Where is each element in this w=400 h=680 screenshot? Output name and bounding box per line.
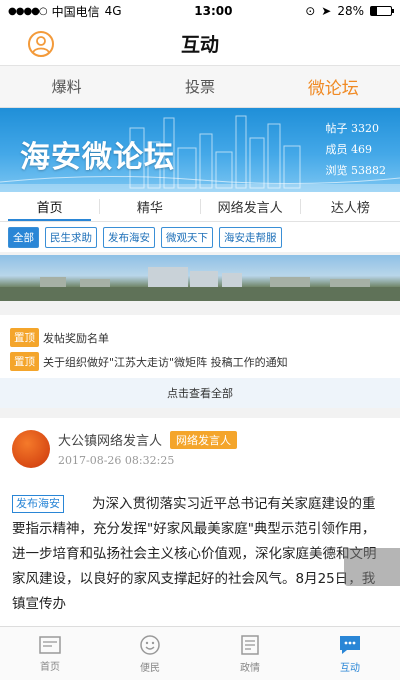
bottom-tab-label: 互动 [340,662,360,674]
floating-post-button[interactable] [344,548,400,586]
user-avatar-icon[interactable] [28,31,54,57]
network-label: 4G [104,4,122,18]
bottom-tab-interaction[interactable]: 互动 [300,627,400,680]
chip-haian-help[interactable]: 海安走帮服 [219,226,282,248]
bottom-tab-label: 便民 [140,662,160,674]
stat-members: 成员 469 [325,143,373,156]
smile-icon [140,634,160,655]
chip-haian-release[interactable]: 发布海安 [103,226,155,248]
chip-all[interactable]: 全部 [8,226,39,248]
author-avatar[interactable] [12,430,50,468]
subtab-leaderboard[interactable]: 达人榜 [301,192,400,221]
role-badge: 网络发言人 [170,430,238,449]
subtab-home[interactable]: 首页 [0,192,99,221]
city-photo[interactable] [0,255,400,301]
pinned-item[interactable]: 置顶 发帖奖励名单 [10,327,390,348]
nav-bar: 互动 [0,22,400,66]
author-name[interactable]: 大公镇网络发言人 [58,430,162,449]
forum-stats: 帖子 3320 成员 469 浏览 53882 [326,118,387,181]
category-chips: 全部 民生求助 发布海安 微观天下 海安走帮服 [0,222,400,252]
forum-sub-tabs: 首页 精华 网络发言人 达人榜 [0,192,400,222]
top-tabs: 爆料 投票 微论坛 [0,66,400,108]
chip-micro-world[interactable]: 微观天下 [161,226,213,248]
document-icon [241,634,259,655]
carrier-label: 中国电信 [51,4,100,19]
location-icon: ➤ [321,4,332,18]
bottom-tab-label: 首页 [40,661,60,673]
pinned-badge: 置顶 [10,328,39,347]
post-card[interactable]: 大公镇网络发言人 网络发言人 2017-08-26 08:32:25 发布海安为… [0,418,400,638]
battery-percent: 28% [337,4,364,18]
chat-bubble-icon [340,635,360,654]
post-text: 为深入贯彻落实习近平总书记有关家庭建设的重要指示精神，充分发挥"好家风最美家庭"… [12,496,377,612]
subtab-spokesperson[interactable]: 网络发言人 [201,192,300,221]
post-time: 2017-08-26 08:32:25 [58,454,175,467]
status-bar: ●●●●○ 中国电信 4G 13:00 ⊙ ➤ 28% [0,0,400,22]
bottom-tab-government[interactable]: 政情 [200,627,300,680]
forum-banner: 海安微论坛 帖子 3320 成员 469 浏览 53882 [0,108,400,192]
pinned-title: 关于组织做好"江苏大走访"微矩阵 投稿工作的通知 [43,355,288,369]
tab-weiluntan[interactable]: 微论坛 [267,66,400,107]
pinned-item[interactable]: 置顶 关于组织做好"江苏大走访"微矩阵 投稿工作的通知 [10,351,390,372]
see-all-button[interactable]: 点击查看全部 [0,378,400,408]
stat-views: 浏览 53882 [325,164,387,177]
pinned-badge: 置顶 [10,352,39,371]
bottom-tab-bar: 首页 便民 政情 互动 [0,626,400,680]
post-category-tag[interactable]: 发布海安 [12,495,64,513]
battery-icon [370,6,394,16]
tab-toupiao[interactable]: 投票 [133,66,266,107]
orientation-lock-icon: ⊙ [305,4,316,18]
post-header: 大公镇网络发言人 网络发言人 2017-08-26 08:32:25 [12,430,388,468]
pinned-title: 发帖奖励名单 [43,331,109,345]
pinned-announcements: 置顶 发帖奖励名单 置顶 关于组织做好"江苏大走访"微矩阵 投稿工作的通知 [0,315,400,378]
post-body: 发布海安 为深入贯彻落实习近平总书记有关家庭建设的重要指示精神，充分发挥"好家风最… [12,492,388,617]
chip-livelihood[interactable]: 民生求助 [45,226,97,248]
bottom-tab-services[interactable]: 便民 [100,627,200,680]
signal-icon: ●●●●○ [8,5,48,17]
tab-baoliao[interactable]: 爆料 [0,66,133,107]
bottom-tab-label: 政情 [240,662,260,674]
subtab-featured[interactable]: 精华 [100,192,199,221]
banner-title: 海安微论坛 [20,140,175,175]
page-title: 互动 [180,34,219,56]
bottom-tab-home[interactable]: 首页 [0,627,100,680]
home-icon [39,635,61,654]
stat-posts: 帖子 3320 [325,122,380,135]
clock: 13:00 [194,4,233,18]
